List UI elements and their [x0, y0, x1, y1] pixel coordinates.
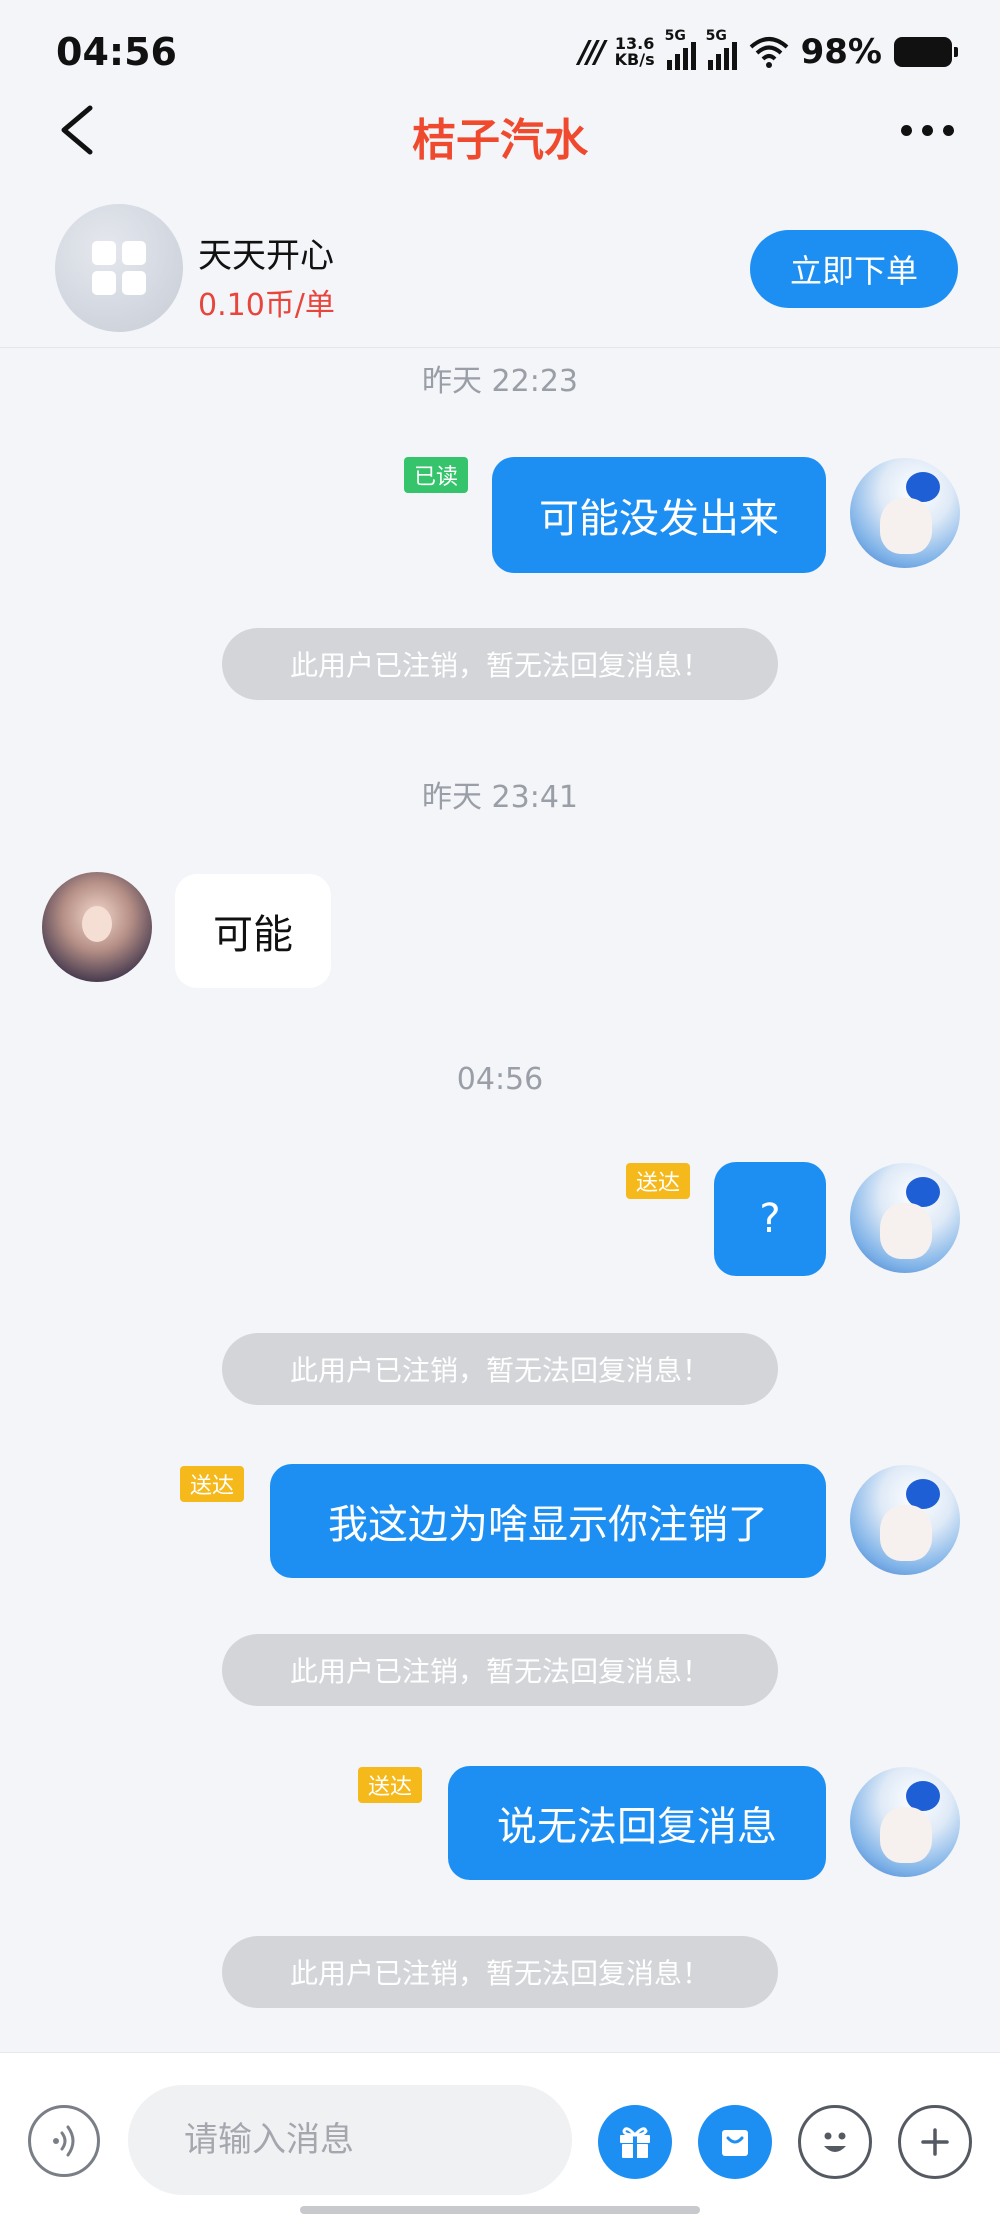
network-speed: 13.6 KB/s [615, 36, 655, 68]
chat-title: 桔子汽水 [412, 115, 588, 166]
status-time: 04:56 [56, 30, 177, 74]
order-now-button[interactable]: 立即下单 [750, 230, 958, 308]
battery-icon [894, 37, 958, 67]
system-notice: 此用户已注销，暂无法回复消息！ [222, 628, 778, 700]
message-input[interactable] [128, 2085, 572, 2195]
timestamp: 04:56 [456, 1062, 544, 1097]
more-button[interactable] [892, 110, 962, 150]
system-notice: 此用户已注销，暂无法回复消息！ [222, 1634, 778, 1706]
signal-5g-icon: 5G [665, 28, 696, 70]
wifi-icon [749, 37, 788, 68]
network-logo-icon: /// [578, 34, 606, 70]
voice-icon [53, 2125, 75, 2157]
outgoing-message[interactable]: ? [714, 1162, 826, 1276]
apps-grid-icon [92, 241, 146, 295]
service-name: 天天开心 [198, 236, 334, 276]
status-indicators: /// 13.6 KB/s 5G 5G 98% [578, 28, 958, 72]
signal-5g-icon-2: 5G [706, 28, 737, 70]
incoming-message[interactable]: 可能 [175, 874, 331, 988]
outgoing-message[interactable]: 说无法回复消息 [448, 1766, 826, 1880]
plus-icon [921, 2128, 949, 2156]
sent-status-tag: 送达 [358, 1767, 423, 1803]
sent-status-tag: 送达 [180, 1466, 245, 1502]
service-card: 天天开心 0.10币/单 立即下单 [0, 180, 1000, 348]
signal-2-label: 5G [705, 28, 727, 44]
gift-icon [620, 2127, 650, 2158]
read-status-tag: 已读 [404, 457, 469, 493]
outgoing-message[interactable]: 我这边为啥显示你注销了 [270, 1464, 826, 1578]
system-notice: 此用户已注销，暂无法回复消息！ [222, 1333, 778, 1405]
input-bar [0, 2052, 1000, 2222]
chat-header: 桔子汽水 [0, 90, 1000, 170]
emoji-button[interactable] [798, 2105, 872, 2179]
timestamp: 昨天 23:41 [422, 780, 578, 815]
service-avatar [55, 204, 183, 332]
outgoing-message[interactable]: 可能没发出来 [492, 457, 826, 573]
my-avatar[interactable] [850, 1767, 960, 1877]
order-button[interactable] [698, 2105, 772, 2179]
system-notice: 此用户已注销，暂无法回复消息！ [222, 1936, 778, 2008]
sent-status-tag: 送达 [626, 1163, 691, 1199]
contact-avatar[interactable] [42, 872, 152, 982]
home-indicator[interactable] [300, 2206, 700, 2214]
more-dots-icon [900, 124, 912, 136]
battery-percent: 98% [800, 32, 882, 72]
signal-1-label: 5G [664, 28, 686, 44]
gift-button[interactable] [598, 2105, 672, 2179]
timestamp: 昨天 22:23 [422, 364, 578, 399]
service-price: 0.10币/单 [198, 288, 335, 323]
my-avatar[interactable] [850, 458, 960, 568]
my-avatar[interactable] [850, 1465, 960, 1575]
order-bag-icon [722, 2130, 748, 2156]
more-actions-button[interactable] [898, 2105, 972, 2179]
my-avatar[interactable] [850, 1163, 960, 1273]
emoji-icon [824, 2132, 846, 2152]
net-speed-unit: KB/s [614, 50, 655, 69]
voice-button[interactable] [28, 2105, 100, 2177]
